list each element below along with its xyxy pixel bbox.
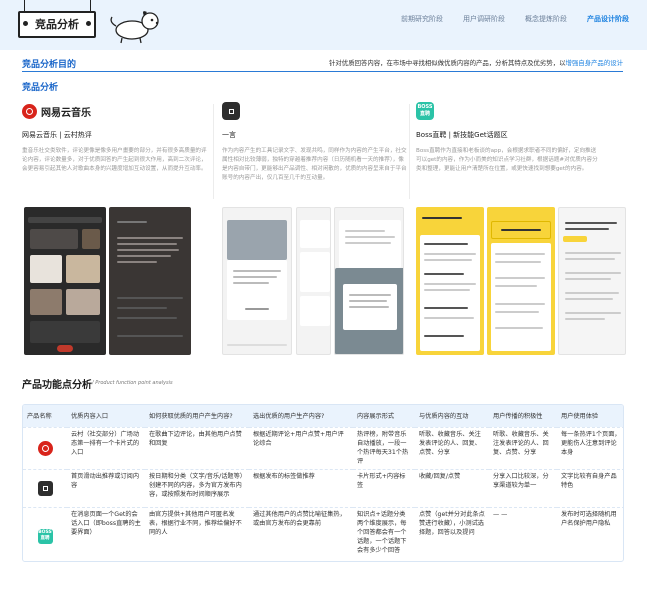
analysis-title: 产品功能点分析 (22, 380, 92, 391)
column-header: 产品名称 (27, 413, 52, 421)
column-header: 选出优质的用户生产内容? (253, 413, 325, 421)
dog-mascot-icon (110, 11, 159, 44)
competitor-yiyan: 一言 作为内容产生的工具记录文字、发现共鸣，同样作为内容的产生平台，社交属性相对… (222, 100, 407, 183)
table-cell: 首页滑动出推荐或订阅内容 (67, 468, 145, 507)
analysis-subtitle: / Product function point analysis (92, 380, 173, 386)
column-header: 如何获取优质的用户产生内容? (149, 413, 233, 421)
section-title: 竞品分析 (22, 83, 59, 93)
table-row: 云村（社交部分）广场动态第一排有一个卡片式的入口 在歌曲下边评论，由其他用户点赞… (23, 426, 623, 469)
competitor-name: 一言 (222, 131, 236, 139)
boss-zhipin-logo-icon: BOSS 直聘 (416, 102, 434, 120)
competitor-netease: 网易云音乐 网易云音乐 | 云村热评 重音乐社交类软件，评论更像是像多用户畫要的… (22, 100, 207, 174)
table-cell: 根据近期评论+用户点赞+用户评论综合 (249, 426, 353, 469)
table-cell: 由官方提供+其他用户可匿名发表，根据行业不同，推荐给偏好不同的人 (145, 506, 249, 561)
table-cell: 卡片形式+内容标签 (353, 468, 415, 507)
product-cell (23, 468, 67, 507)
boss-screenshot-2 (487, 207, 555, 355)
purpose-text-main: 针对优质回答内容，在市场中寻找相似做优质内容的产品，分析其特点及优劣势，以 (329, 59, 566, 67)
table-cell: 听歌、收藏音乐、关注发表评论的人、回复、点赞、分享 (415, 426, 489, 469)
table-cell: 文字比较有自身产品特色 (557, 468, 623, 507)
table-cell: 每一条热评1个页面，更能伤人注意到评论本身 (557, 426, 623, 469)
yiyan-logo-icon (222, 102, 240, 120)
competitor-desc: 重音乐社交类软件，评论更像是像多用户畫要的部分，并有很多高质量的评论内容，评论数… (22, 148, 207, 172)
purpose-text: 针对优质回答内容，在市场中寻找相似做优质内容的产品，分析其特点及优劣势，以增强自… (329, 58, 623, 67)
table-cell: 按日期和分类（文字/音乐/话题等）创建不同的内容，多为官方发布内容，或按照发布时… (145, 468, 249, 507)
netease-screenshot-1 (24, 207, 106, 355)
competitor-desc: Boss直聘作为直接和老板谈的app，会根据求职者不同的偏好，定向推送可以get… (416, 148, 598, 172)
yiyan-screenshot-3 (334, 207, 404, 355)
product-cell: BOSS 直聘 (23, 506, 67, 561)
table-cell: 根据发布的标签做推荐 (249, 468, 353, 507)
netease-music-icon (37, 440, 53, 456)
table-cell: 收藏/回复/点赞 (415, 468, 489, 507)
competitor-boss: BOSS 直聘 Boss直聘 | 新技能Get话题区 Boss直聘作为直接和老板谈… (416, 100, 601, 174)
column-header: 用户传播的积极性 (493, 413, 543, 421)
column-header: 优质内容入口 (71, 413, 109, 421)
column-header: 内容展示形式 (357, 413, 395, 421)
table-row: BOSS 直聘 在消息页面一个Get的会话入口（即boss直聘的主要界面） 由官方… (23, 506, 623, 561)
title-board: 竞品分析 (18, 11, 96, 38)
table-cell: 通过其他用户的点赞比喻征集热，或由官方发布的会更靠前 (249, 506, 353, 561)
table-cell: 知识点+话题分类两个维度展示，每个回答都会有一个话题，一个话题下会有多少个回答 (353, 506, 415, 561)
nav-item-user-study[interactable]: 用户调研阶段 (463, 14, 505, 24)
yiyan-icon (37, 480, 53, 496)
purpose-label: 竞品分析目的 (22, 60, 77, 70)
table-cell: 点赞（get并分对此条点赞进行收藏），小测试选择题，回答以及提问 (415, 506, 489, 561)
column-divider (213, 104, 214, 199)
competitor-name: 网易云音乐 | 云村热评 (22, 131, 92, 139)
table-cell: 热评榜，附带音乐自动播放，一段一个热评每天31个热评 (353, 426, 415, 469)
stage-nav: 前期研究阶段 用户调研阶段 概念提炼阶段 产品设计阶段 (401, 14, 629, 24)
section-divider (22, 71, 623, 72)
netease-music-icon (22, 103, 37, 119)
nav-item-design[interactable]: 产品设计阶段 (587, 14, 629, 24)
column-divider (409, 104, 410, 199)
nav-item-research[interactable]: 前期研究阶段 (401, 14, 443, 24)
table-cell: 听歌、收藏音乐、关注发表评论的人、回复、点赞、分享 (489, 426, 557, 469)
netease-logo-text: 网易云音乐 (41, 107, 91, 119)
hanging-cord (24, 0, 25, 11)
table-header-row: 产品名称 优质内容入口 如何获取优质的用户产生内容? 选出优质的用户生产内容? … (23, 405, 623, 427)
boss-screenshot-3 (558, 207, 626, 355)
function-analysis-table: 产品名称 优质内容入口 如何获取优质的用户产生内容? 选出优质的用户生产内容? … (22, 404, 624, 562)
hanging-cord (90, 0, 91, 11)
table-cell: 在歌曲下边评论，由其他用户点赞和回复 (145, 426, 249, 469)
table-row: 首页滑动出推荐或订阅内容 按日期和分类（文字/音乐/话题等）创建不同的内容，多为… (23, 468, 623, 507)
nav-item-concept[interactable]: 概念提炼阶段 (525, 14, 567, 24)
table-cell: 分享入口比较深，分享渠道较为单一 (489, 468, 557, 507)
table-cell: — — (489, 506, 557, 561)
table-cell: 云村（社交部分）广场动态第一排有一个卡片式的入口 (67, 426, 145, 469)
yiyan-screenshot-1 (222, 207, 292, 355)
purpose-highlight: 增强自身产品的设计 (565, 59, 623, 67)
yiyan-screenshot-2 (296, 207, 331, 355)
netease-screenshot-2 (109, 207, 191, 355)
product-cell (23, 426, 67, 469)
boss-zhipin-icon: BOSS 直聘 (37, 528, 53, 544)
netease-logo: 网易云音乐 (22, 100, 207, 122)
table-cell: 发布时可选择随机用户名保护用户隐私 (557, 506, 623, 561)
page-header: 竞品分析 前期研究阶段 用户调研阶段 概念提炼阶段 产品设计阶段 (0, 0, 647, 50)
competitor-desc: 作为内容产生的工具记录文字、发现共鸣，同样作为内容的产生平台，社交属性相对比较薄… (222, 148, 407, 181)
boss-screenshot-1 (416, 207, 484, 355)
table-cell: 在消息页面一个Get的会话入口（即boss直聘的主要界面） (67, 506, 145, 561)
column-header: 用户使用体验 (561, 413, 599, 421)
page-title: 竞品分析 (35, 18, 79, 31)
competitor-name: Boss直聘 | 新技能Get话题区 (416, 131, 508, 139)
column-header: 与优质内容的互动 (419, 413, 469, 421)
